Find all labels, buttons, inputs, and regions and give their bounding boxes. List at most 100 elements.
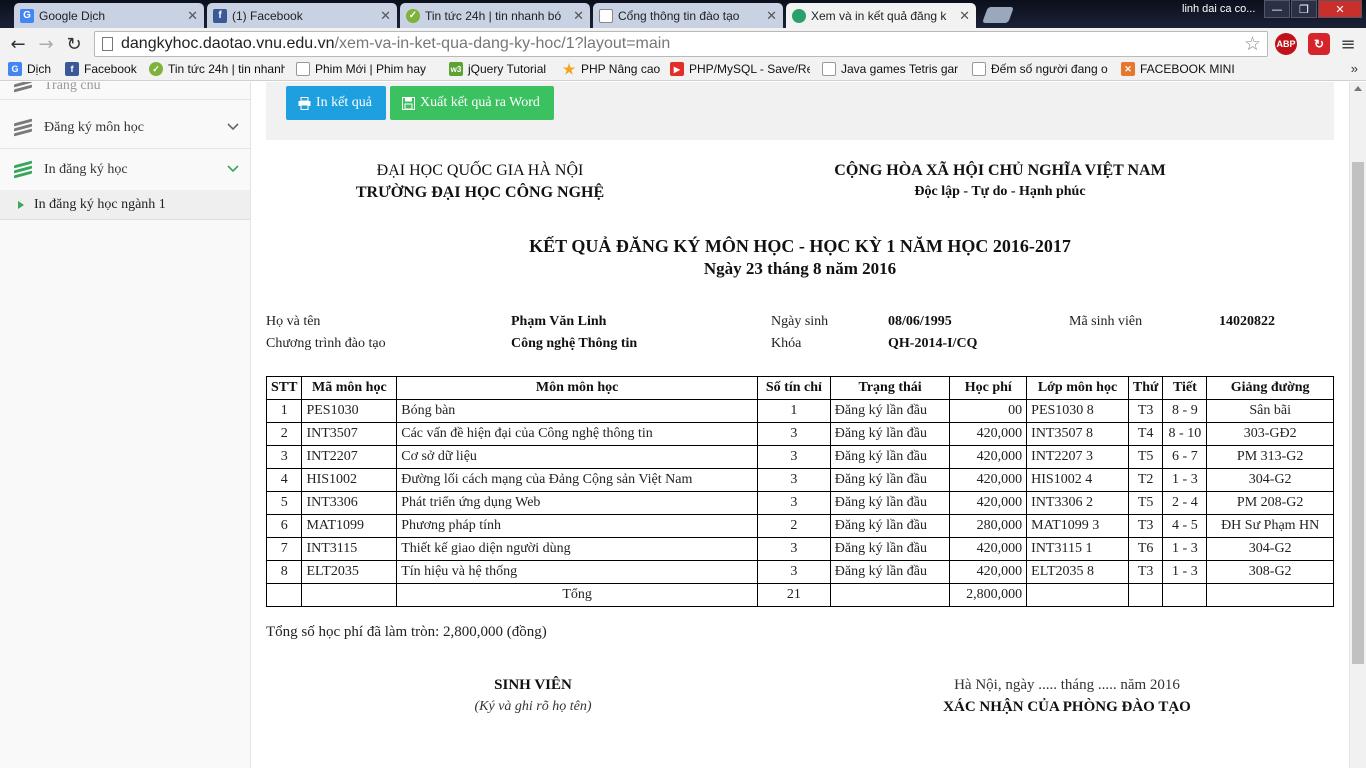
total-label: Tổng xyxy=(396,583,758,607)
export-word-button[interactable]: Xuất kết quả ra Word xyxy=(390,86,554,120)
cell-empty xyxy=(1127,583,1164,607)
close-icon[interactable]: ✕ xyxy=(959,8,970,24)
table-row: 3 INT2207 Cơ sở dữ liệu 3 Đăng ký lần đầ… xyxy=(265,445,1334,469)
cell-credits: 3 xyxy=(756,468,831,492)
close-window-button[interactable]: ✕ xyxy=(1318,0,1362,18)
w3schools-icon: w3 xyxy=(449,62,463,76)
column-header: Trạng thái xyxy=(829,376,951,400)
student-signature-note: (Ký và ghi rõ họ tên) xyxy=(474,699,592,714)
tab-facebook[interactable]: f (1) Facebook ✕ xyxy=(207,3,397,28)
bookmark-item[interactable]: ✓ Tin tức 24h | tin nhanh xyxy=(149,62,285,76)
scrollbar[interactable] xyxy=(1349,82,1366,768)
news-icon: ✓ xyxy=(406,8,420,23)
cell-credits: 3 xyxy=(756,491,831,515)
cell-room: ĐH Sư Phạm HN xyxy=(1206,514,1334,538)
cell-room: PM 208-G2 xyxy=(1206,491,1334,515)
news-icon: ✓ xyxy=(149,62,163,76)
bookmark-item[interactable]: f Facebook xyxy=(65,62,137,76)
cell-period: 8 - 9 xyxy=(1162,399,1208,423)
forward-arrow-icon[interactable]: → xyxy=(34,33,58,55)
cell-empty xyxy=(829,583,951,607)
close-icon[interactable]: ✕ xyxy=(766,8,777,24)
signature-place-date: Hà Nội, ngày ..... tháng ..... năm 2016 xyxy=(954,677,1180,693)
cell-day: T5 xyxy=(1127,445,1164,469)
bookmark-item[interactable]: Phim Mới | Phim hay xyxy=(296,62,434,76)
bookmark-item[interactable]: ✕ FACEBOOK MINI xyxy=(1121,62,1235,76)
table-row: 2 INT3507 Các vấn đề hiện đại của Công n… xyxy=(265,422,1334,446)
bookmark-label: Java games Tetris gar xyxy=(841,62,958,76)
sidebar-item-home[interactable]: Trang chủ xyxy=(0,82,250,100)
back-arrow-icon[interactable]: ← xyxy=(6,33,30,55)
adblock-plus-icon[interactable]: ABP xyxy=(1275,33,1297,55)
facebook-mini-icon: ✕ xyxy=(1121,62,1135,76)
page-icon xyxy=(972,62,986,76)
bookmark-label: Dịch xyxy=(27,62,52,76)
cell-course-name: Các vấn đề hiện đại của Công nghệ thông … xyxy=(396,422,758,446)
name-label: Họ và tên xyxy=(266,314,321,329)
bookmark-item[interactable]: ▶ PHP/MySQL - Save/Re xyxy=(670,62,810,76)
close-icon[interactable]: ✕ xyxy=(187,8,198,24)
bookmark-item[interactable]: Java games Tetris gar xyxy=(822,62,958,76)
print-button-label: In kết quả xyxy=(316,95,372,110)
cell-empty xyxy=(301,583,398,607)
cell-index: 1 xyxy=(265,399,303,423)
minimize-button[interactable]: — xyxy=(1264,0,1290,18)
url-path: /xem-va-in-ket-qua-dang-ky-hoc/1?layout=… xyxy=(334,35,671,52)
stack-icon xyxy=(14,118,32,137)
cell-day: T6 xyxy=(1127,537,1164,561)
tab-title: Cổng thông tin đào tạo xyxy=(618,8,740,23)
cell-period: 4 - 5 xyxy=(1162,514,1208,538)
facebook-icon: f xyxy=(213,8,227,23)
cell-period: 6 - 7 xyxy=(1162,445,1208,469)
bookmark-item[interactable]: ★ PHP Nâng cao xyxy=(562,61,660,77)
bookmark-item[interactable]: G Dịch xyxy=(8,62,51,76)
new-tab-button[interactable] xyxy=(982,7,1014,23)
bookmarks-overflow-button[interactable]: » xyxy=(1351,61,1358,76)
cell-course-code: MAT1099 xyxy=(301,514,398,538)
tab-title: Google Dịch xyxy=(39,8,106,23)
cell-course-name: Đường lối cách mạng của Đảng Cộng sản Vi… xyxy=(396,468,758,492)
table-row: 7 INT3115 Thiết kế giao diện người dùng … xyxy=(265,537,1334,561)
bookmark-item[interactable]: w3 jQuery Tutorial xyxy=(449,62,546,76)
cell-empty xyxy=(1026,583,1129,607)
cell-status: Đăng ký lần đầu xyxy=(829,491,951,515)
cell-day: T5 xyxy=(1127,491,1164,515)
profile-name[interactable]: linh dai ca co... xyxy=(1182,3,1255,15)
cell-period: 1 - 3 xyxy=(1162,537,1208,561)
sidebar-item-course-registration[interactable]: Đăng ký môn học xyxy=(0,107,250,149)
action-bar: In kết quả Xuất kết quả ra Word xyxy=(266,82,1334,140)
sidebar-item-label: Trang chủ xyxy=(44,82,101,93)
column-header: Thứ xyxy=(1127,376,1164,400)
tab-title: (1) Facebook xyxy=(232,8,303,23)
cell-course-name: Cơ sở dữ liệu xyxy=(396,445,758,469)
cell-class: ELT2035 8 xyxy=(1026,560,1129,584)
extension-icon[interactable]: ↻ xyxy=(1308,33,1330,55)
tab-news[interactable]: ✓ Tin tức 24h | tin nhanh bó ✕ xyxy=(400,3,590,28)
scrollbar-thumb[interactable] xyxy=(1352,162,1364,664)
browser-toolbar: ← → ↻ dangkyhoc.daotao.vnu.edu.vn/xem-va… xyxy=(0,28,1366,60)
sidebar-subitem-major-1[interactable]: In đăng ký học ngành 1 xyxy=(0,190,250,220)
cell-course-name: Phương pháp tính xyxy=(396,514,758,538)
bookmarks-bar: G Dịch f Facebook ✓ Tin tức 24h | tin nh… xyxy=(0,60,1366,81)
export-button-label: Xuất kết quả ra Word xyxy=(420,95,540,110)
close-icon[interactable]: ✕ xyxy=(380,8,391,24)
address-bar[interactable]: dangkyhoc.daotao.vnu.edu.vn/xem-va-in-ke… xyxy=(94,31,1268,57)
menu-icon[interactable]: ≡ xyxy=(1338,33,1358,55)
maximize-button[interactable]: ❐ xyxy=(1291,0,1317,18)
browser-tab-bar: G Google Dịch ✕ f (1) Facebook ✕ ✓ Tin t… xyxy=(0,0,1366,28)
scroll-up-arrow-icon[interactable] xyxy=(1354,86,1362,91)
school-name: TRƯỜNG ĐẠI HỌC CÔNG NGHỆ xyxy=(355,184,605,201)
sidebar-item-print-registration[interactable]: In đăng ký học xyxy=(0,149,250,191)
column-header: Mã môn học xyxy=(301,376,398,400)
tab-registration-result[interactable]: Xem và in kết quả đăng k ✕ xyxy=(786,3,976,28)
close-icon[interactable]: ✕ xyxy=(573,8,584,24)
bookmark-star-icon[interactable]: ☆ xyxy=(1244,33,1261,55)
bookmark-item[interactable]: Đếm số người đang o xyxy=(972,62,1108,76)
cell-class: INT3115 1 xyxy=(1026,537,1129,561)
table-header-row: STT Mã môn học Môn môn học Số tín chỉ Tr… xyxy=(265,376,1334,400)
tab-google-translate[interactable]: G Google Dịch ✕ xyxy=(14,3,204,28)
reload-icon[interactable]: ↻ xyxy=(62,33,86,55)
cell-class: PES1030 8 xyxy=(1026,399,1129,423)
print-button[interactable]: In kết quả xyxy=(286,86,386,120)
tab-training-portal[interactable]: Cổng thông tin đào tạo ✕ xyxy=(593,3,783,28)
